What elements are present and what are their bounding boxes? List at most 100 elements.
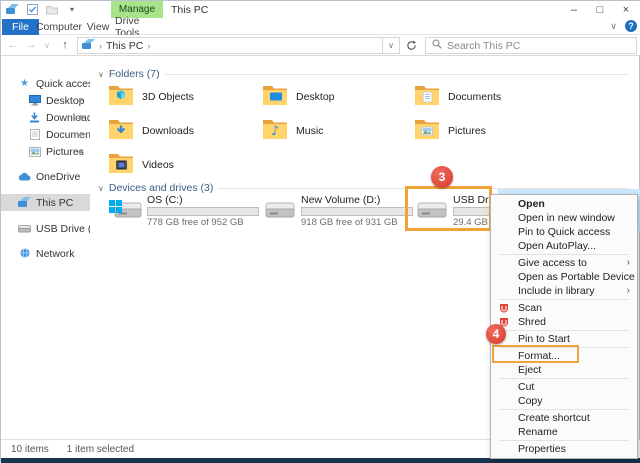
tab-file[interactable]: File — [2, 19, 39, 35]
menu-item-open-autoplay[interactable]: Open AutoPlay... — [491, 239, 637, 253]
sidebar-item-network[interactable]: Network — [1, 245, 90, 262]
menu-item-create-shortcut[interactable]: Create shortcut — [491, 411, 637, 425]
menu-separator — [499, 409, 629, 410]
menu-item-pin-to-start[interactable]: Pin to Start — [491, 332, 637, 346]
drive-name: New Volume (D:) — [301, 194, 413, 206]
folder-desktop-icon — [262, 84, 288, 111]
sidebar-item-desktop[interactable]: Desktop — [1, 92, 90, 109]
folder-3d-objects-icon — [108, 84, 134, 111]
os-drive-icon — [108, 196, 142, 227]
folder-tile-videos[interactable]: Videos — [108, 149, 258, 181]
submenu-arrow-icon: › — [627, 256, 630, 270]
window-title: This PC — [171, 4, 208, 16]
menu-item-include-in-library[interactable]: Include in library › — [491, 284, 637, 298]
sidebar-item-usb-drive[interactable]: USB Drive (E:) — [1, 220, 90, 237]
folder-tile-3d-objects[interactable]: 3D Objects — [108, 81, 258, 113]
breadcrumb-chevron-icon[interactable]: › — [147, 41, 150, 51]
menu-item-open-in-new-window[interactable]: Open in new window — [491, 211, 637, 225]
folder-tile-pictures[interactable]: Pictures — [414, 115, 564, 147]
network-icon — [18, 248, 31, 260]
chevron-down-icon: ∨ — [98, 184, 104, 193]
minimize-button[interactable]: – — [561, 1, 587, 18]
maximize-button[interactable]: □ — [587, 1, 613, 18]
folders-group-header[interactable]: ∨ Folders (7) — [98, 67, 629, 81]
drive-tile-os-c[interactable]: OS (C:) 778 GB free of 952 GB — [108, 191, 256, 231]
close-button[interactable]: × — [613, 1, 639, 18]
menu-item-scan[interactable]: Scan — [491, 301, 637, 315]
menu-item-cut[interactable]: Cut — [491, 380, 637, 394]
annotation-badge-4: 4 — [486, 324, 506, 344]
menu-item-give-access-to[interactable]: Give access to › — [491, 256, 637, 270]
sidebar-item-this-pc[interactable]: This PC — [1, 194, 90, 211]
annotation-highlight-usb-drive — [405, 186, 492, 231]
menu-separator — [499, 440, 629, 441]
capacity-bar — [301, 207, 413, 216]
ribbon-collapse-icon[interactable]: ∨ — [610, 21, 617, 32]
drive-name: OS (C:) — [147, 194, 259, 206]
sidebar-item-pictures[interactable]: Pictures — [1, 143, 90, 160]
folder-tile-desktop[interactable]: Desktop — [262, 81, 412, 113]
pin-icon — [76, 113, 84, 125]
this-pc-icon — [82, 39, 95, 53]
help-icon[interactable]: ? — [625, 20, 637, 32]
quick-access-star-icon: ★ — [18, 78, 31, 90]
menu-item-pin-to-quick-access[interactable]: Pin to Quick access — [491, 225, 637, 239]
downloads-icon — [28, 112, 41, 124]
explorer-logo-icon — [5, 3, 19, 16]
tab-computer[interactable]: Computer — [39, 19, 79, 35]
menu-item-rename[interactable]: Rename — [491, 425, 637, 439]
search-input[interactable]: Search This PC — [425, 37, 637, 54]
address-dropdown-icon[interactable]: ∨ — [383, 37, 400, 54]
forward-icon[interactable]: → — [23, 37, 39, 53]
drive-free-space: 778 GB free of 952 GB — [147, 217, 259, 228]
menu-item-eject[interactable]: Eject — [491, 363, 637, 377]
annotation-badge-3: 3 — [431, 166, 453, 188]
tab-drive-tools[interactable]: Drive Tools — [115, 19, 163, 35]
menu-separator — [499, 254, 629, 255]
window-controls: – □ × — [561, 1, 639, 18]
this-pc-icon — [18, 197, 31, 209]
address-bar[interactable]: › This PC › — [77, 37, 383, 54]
menu-separator — [499, 378, 629, 379]
recent-locations-icon[interactable]: ∨ — [39, 37, 55, 53]
menu-item-open-as-portable-device[interactable]: Open as Portable Device — [491, 270, 637, 284]
drive-free-space: 918 GB free of 931 GB — [301, 217, 413, 228]
quick-access-toolbar: ▾ — [5, 3, 79, 16]
refresh-icon[interactable] — [402, 37, 420, 54]
chevron-down-icon: ∨ — [98, 70, 104, 79]
breadcrumb-chevron-icon: › — [99, 41, 102, 51]
sidebar-item-documents[interactable]: Documents — [1, 126, 90, 143]
folder-tile-downloads[interactable]: Downloads — [108, 115, 258, 147]
menu-item-open[interactable]: Open — [491, 197, 637, 211]
properties-icon[interactable] — [25, 3, 39, 16]
new-folder-icon[interactable] — [45, 3, 59, 16]
capacity-bar — [147, 207, 259, 216]
sidebar-item-downloads[interactable]: Downloads — [1, 109, 90, 126]
pin-icon — [76, 96, 84, 108]
folder-tile-music[interactable]: ♪ Music — [262, 115, 412, 147]
pictures-icon — [28, 146, 41, 158]
folder-pictures-icon — [414, 118, 440, 145]
menu-item-properties[interactable]: Properties — [491, 442, 637, 456]
folder-tile-documents[interactable]: Documents — [414, 81, 564, 113]
breadcrumb[interactable]: This PC — [106, 40, 143, 52]
drive-icon — [262, 196, 296, 227]
sidebar-item-quick-access[interactable]: ★ Quick access — [1, 75, 90, 92]
pin-icon — [76, 147, 84, 159]
submenu-arrow-icon: › — [627, 284, 630, 298]
menu-item-copy[interactable]: Copy — [491, 394, 637, 408]
folder-videos-icon — [108, 152, 134, 179]
sidebar-item-onedrive[interactable]: OneDrive — [1, 168, 90, 185]
menu-item-shred[interactable]: Shred — [491, 315, 637, 329]
back-icon[interactable]: ← — [5, 37, 21, 53]
drive-tile-new-volume-d[interactable]: New Volume (D:) 918 GB free of 931 GB — [262, 191, 410, 231]
svg-text:♪: ♪ — [271, 124, 279, 139]
usb-drive-icon — [18, 223, 31, 235]
address-row: ← → ∨ ↑ › This PC › ∨ Search This PC — [1, 35, 640, 56]
tab-view[interactable]: View — [85, 19, 111, 35]
context-menu: Open Open in new window Pin to Quick acc… — [490, 194, 638, 459]
menu-separator — [499, 299, 629, 300]
onedrive-cloud-icon — [18, 171, 31, 183]
qat-dropdown-icon[interactable]: ▾ — [65, 3, 79, 16]
up-icon[interactable]: ↑ — [57, 37, 73, 53]
